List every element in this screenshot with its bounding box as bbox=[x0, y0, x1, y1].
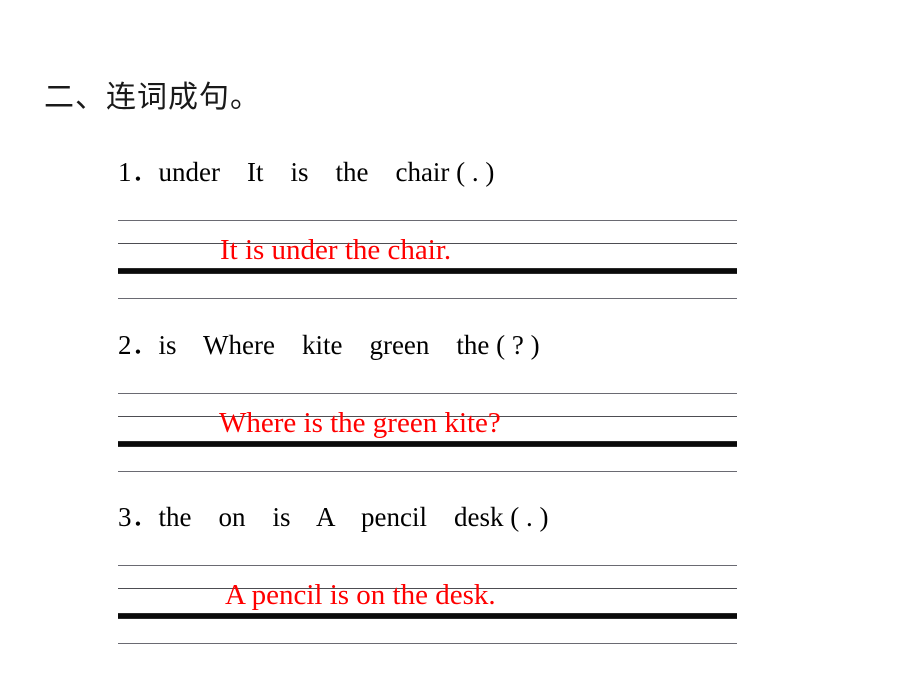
guide-rule-baseline-3 bbox=[118, 613, 737, 619]
exercise-answer-1: It is under the chair. bbox=[220, 234, 452, 266]
exercise-prompt-2: 2．is Where kite green the ( ? ) bbox=[118, 330, 540, 360]
exercise-answer-2: Where is the green kite? bbox=[219, 407, 501, 439]
guide-rule-bottom-2 bbox=[118, 471, 737, 472]
worksheet-slide: 二、连词成句。 1．under It is the chair ( . ) It… bbox=[0, 0, 920, 690]
guide-rule-top-2 bbox=[118, 393, 737, 394]
guide-rule-baseline-2 bbox=[118, 441, 737, 447]
writing-guide-lines-2: Where is the green kite? bbox=[118, 393, 737, 475]
writing-guide-lines-3: A pencil is on the desk. bbox=[118, 565, 737, 647]
guide-rule-bottom-3 bbox=[118, 643, 737, 644]
section-heading: 二、连词成句。 bbox=[44, 80, 261, 115]
guide-rule-top-3 bbox=[118, 565, 737, 566]
guide-rule-top-1 bbox=[118, 220, 737, 221]
guide-rule-bottom-1 bbox=[118, 298, 737, 299]
exercise-prompt-1: 1．under It is the chair ( . ) bbox=[118, 157, 495, 187]
exercise-prompt-3: 3．the on is A pencil desk ( . ) bbox=[118, 502, 549, 532]
guide-rule-baseline-1 bbox=[118, 268, 737, 274]
exercise-answer-3: A pencil is on the desk. bbox=[225, 579, 496, 611]
writing-guide-lines-1: It is under the chair. bbox=[118, 220, 737, 302]
